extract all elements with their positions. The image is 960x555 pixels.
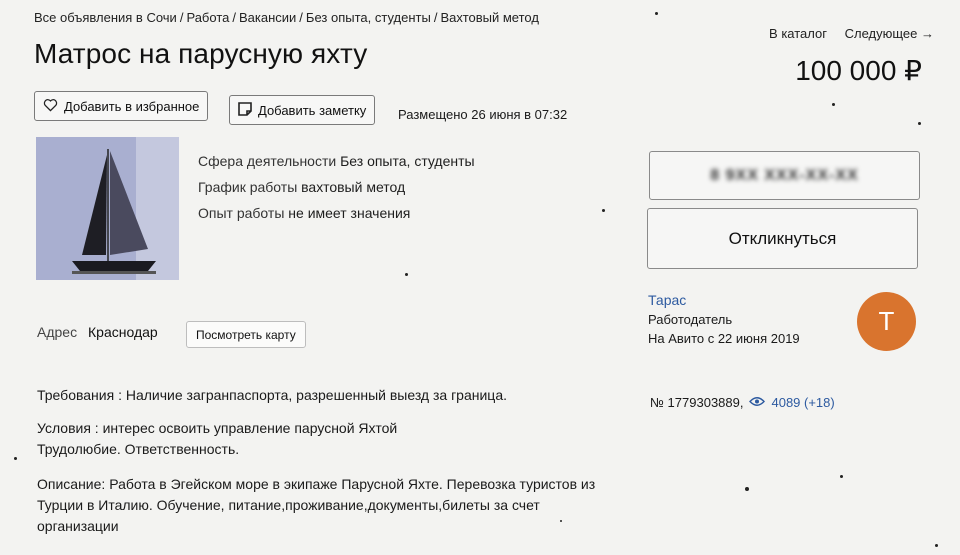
fact-key: Опыт работы [198, 205, 285, 221]
fact-value: вахтовый метод [301, 179, 406, 195]
breadcrumb-separator: / [299, 10, 303, 25]
description-text: организации [37, 518, 119, 534]
breadcrumb-item[interactable]: Без опыта, студенты [306, 10, 431, 25]
heart-icon [43, 98, 58, 115]
page-title: Матрос на парусную яхту [34, 38, 368, 69]
seller-name[interactable]: Тарас [648, 291, 800, 310]
seller-role: Работодатель [648, 312, 733, 327]
fact-row-schedule: График работы вахтовый метод [198, 174, 475, 200]
show-map-button[interactable]: Посмотреть карту [186, 321, 306, 348]
breadcrumb-separator: / [232, 10, 236, 25]
conditions-text: Условия : интерес освоить управление пар… [37, 420, 398, 436]
speck [560, 520, 562, 522]
breadcrumb-separator: / [179, 10, 184, 25]
phone-number: 8 9XX XXX-XX-XX [710, 166, 859, 184]
breadcrumb-item[interactable]: Вахтовый метод [440, 10, 539, 25]
catalog-link[interactable]: В каталог [769, 26, 827, 41]
listing-photo[interactable] [36, 137, 179, 280]
add-note-label: Добавить заметку [258, 102, 367, 118]
seller-info: Тарас Работодатель На Авито с 22 июня 20… [648, 291, 800, 348]
breadcrumb-item[interactable]: Работа [186, 10, 229, 25]
description-text: Турции в Италию. Обучение, питание,прожи… [37, 497, 540, 513]
fact-value: не имеет значения [288, 205, 411, 221]
fact-key: Сфера деятельности [198, 153, 337, 169]
add-to-favorites-button[interactable]: Добавить в избранное [34, 91, 209, 121]
top-navigation: В каталог Следующее → [755, 26, 934, 41]
address-value: Краснодар [88, 324, 158, 340]
views-count: 4089 (+18) [771, 395, 835, 410]
fact-row-sphere: Сфера деятельности Без опыта, студенты [198, 148, 475, 174]
add-to-favorites-label: Добавить в избранное [64, 98, 200, 114]
seller-since: На Авито с 22 июня 2019 [648, 331, 800, 346]
sailboat-image [36, 137, 179, 280]
eye-icon [749, 395, 766, 410]
breadcrumb-separator: / [433, 10, 438, 25]
breadcrumb: Все объявления в Сочи / Работа / Вакансии / Бе… [34, 10, 539, 25]
fact-value: Без опыта, студенты [340, 153, 475, 169]
note-icon [238, 101, 252, 119]
speck [655, 12, 658, 15]
speck [840, 475, 843, 478]
show-phone-button[interactable]: 8 9XX XXX-XX-XX [649, 151, 920, 200]
next-link[interactable]: Следующее → [845, 26, 934, 41]
ad-number: № 1779303889, [650, 395, 744, 410]
speck [935, 544, 938, 547]
description-text: Описание: Работа в Эгейском море в экипа… [37, 476, 596, 492]
fact-key: График работы [198, 179, 298, 195]
speck [918, 122, 921, 125]
avatar[interactable]: Т [857, 292, 916, 351]
requirements-text: Требования : Наличие загранпаспорта, раз… [37, 387, 508, 403]
conditions-text: Трудолюбие. Ответственность. [37, 441, 240, 457]
add-note-button[interactable]: Добавить заметку [229, 95, 376, 125]
speck [745, 487, 749, 491]
ad-stats: № 1779303889, 4089 (+18) [650, 395, 835, 410]
breadcrumb-item[interactable]: Вакансии [239, 10, 296, 25]
fact-row-experience: Опыт работы не имеет значения [198, 200, 475, 226]
breadcrumb-item[interactable]: Все объявления в Сочи [34, 10, 177, 25]
posted-date: Размещено 26 июня в 07:32 [398, 107, 568, 122]
speck [14, 457, 17, 460]
address-label: Адрес [37, 324, 78, 340]
job-facts: Сфера деятельности Без опыта, студенты Г… [198, 148, 475, 226]
reply-button[interactable]: Откликнуться [647, 208, 918, 269]
speck [832, 103, 835, 106]
speck [405, 273, 408, 276]
speck [602, 209, 605, 212]
price: 100 000 ₽ [795, 55, 922, 86]
